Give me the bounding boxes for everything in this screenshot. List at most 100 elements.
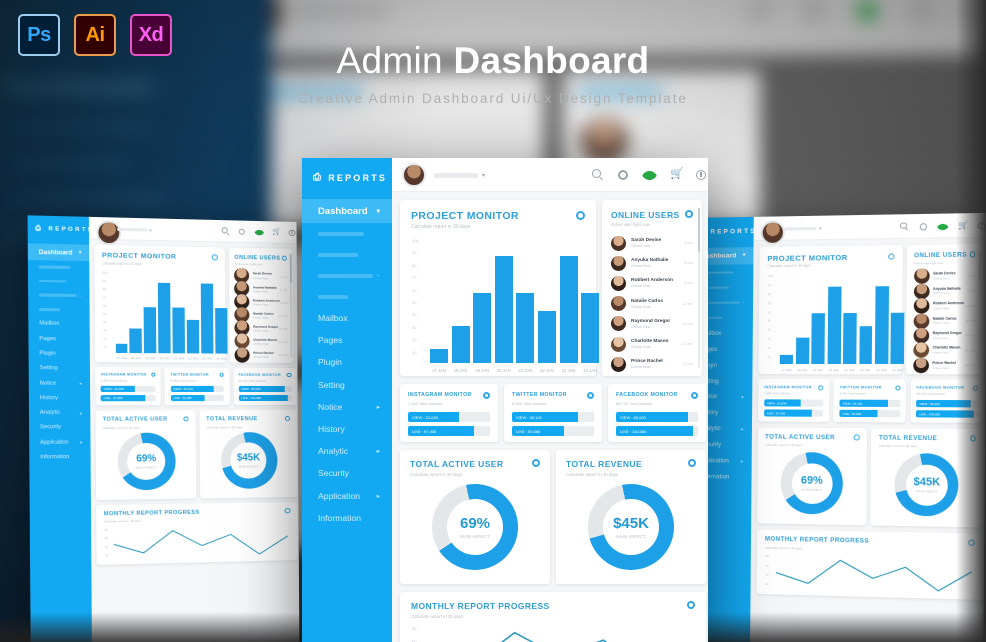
donut-card[interactable]: TOTAL ACTIVE USER Calculate report in 30 …	[95, 410, 197, 500]
rocket-icon[interactable]	[937, 220, 949, 233]
list-item[interactable]: Sarah Devise Online Now 2 min	[611, 234, 693, 252]
gear-icon[interactable]	[972, 385, 979, 391]
gear-icon[interactable]	[688, 459, 696, 467]
sidebar-item-placeholder[interactable]	[302, 223, 392, 244]
rocket-icon[interactable]	[641, 167, 658, 184]
gear-icon[interactable]	[219, 372, 225, 378]
online-users-card[interactable]: ONLINE USERS Active user right now Sarah D…	[228, 247, 294, 363]
project-monitor-card[interactable]: PROJECT MONITOR Calculate report in 30 da…	[758, 245, 905, 374]
gear-icon[interactable]	[691, 392, 698, 399]
gear-icon[interactable]	[587, 392, 594, 399]
social-monitor-card[interactable]: TWITTER MONITOR 8,480 Total follower VIEW …	[504, 384, 602, 442]
gear-icon[interactable]	[183, 416, 189, 422]
gear-icon[interactable]	[887, 253, 895, 260]
avatar[interactable]	[402, 163, 426, 187]
sidebar-item-security[interactable]: Security	[302, 462, 392, 484]
rocket-icon[interactable]	[254, 227, 265, 238]
avatar[interactable]	[760, 219, 786, 245]
sidebar-item-placeholder[interactable]	[28, 302, 89, 317]
sidebar-item-analytic[interactable]: Analytic ▸	[302, 440, 392, 462]
sidebar-item-placeholder[interactable]	[28, 274, 89, 289]
online-users-card[interactable]: ONLINE USERS Active user right now Sarah D…	[906, 243, 983, 374]
social-monitor-card[interactable]: FACEBOOK MONITOR 86,700 Total follower VIE…	[233, 367, 297, 406]
dashboard-mockup-right[interactable]: ⎙REPORTSDashboard▾▸MailboxPagesPluginSet…	[686, 212, 986, 642]
social-monitor-card[interactable]: TWITTER MONITOR 8,480 Total follower VIEW …	[165, 367, 230, 406]
online-users-card[interactable]: ONLINE USERS Active user right now Sarah D…	[602, 200, 702, 376]
avatar[interactable]	[95, 220, 122, 246]
list-item[interactable]: Robbert Anderson Online Now 8 min	[611, 274, 693, 292]
power-icon[interactable]	[977, 221, 986, 230]
project-monitor-card[interactable]: PROJECT MONITOR Calculate report in 30 da…	[94, 244, 228, 363]
scrollbar-thumb[interactable]	[289, 254, 292, 283]
gear-icon[interactable]	[532, 459, 540, 467]
social-monitor-card[interactable]: INSTAGRAM MONITOR 1,465 Total follower VIE…	[758, 379, 830, 422]
gear-icon[interactable]	[919, 222, 927, 231]
donut-card[interactable]: TOTAL ACTIVE USER Calculate report in 30 …	[757, 427, 868, 526]
list-item[interactable]: Charlotte Mason Online Now 21 min	[234, 333, 288, 350]
list-item[interactable]: Robbert Anderson Online Now 8 min	[913, 298, 975, 314]
gear-icon[interactable]	[211, 254, 218, 261]
search-icon[interactable]	[592, 169, 603, 181]
sidebar-item-application[interactable]: Application ▸	[29, 435, 90, 450]
social-monitor-card[interactable]: FACEBOOK MONITOR 86,700 Total follower VIE…	[910, 379, 985, 423]
list-item[interactable]: Robbert Anderson Online Now 8 min	[234, 294, 288, 310]
cart-icon[interactable]: 🛒	[670, 169, 684, 180]
sidebar-item-information[interactable]: Information	[29, 449, 90, 464]
sidebar-item-dashboard[interactable]: Dashboard ▾	[27, 243, 90, 261]
scrollbar-thumb[interactable]	[978, 249, 981, 283]
list-item[interactable]: Prince Rachel Online Now 27 min	[611, 355, 693, 373]
sidebar-item-setting[interactable]: Setting	[302, 374, 392, 396]
dashboard-mockup-left[interactable]: ⎙ REPORTS Dashboard ▾ ▸ Mailbox Pages Plugin Set…	[27, 215, 300, 642]
list-item[interactable]: Raymond Gregor Online Now 15 min	[611, 315, 693, 333]
sidebar-item-plugin[interactable]: Plugin	[302, 351, 392, 373]
list-item[interactable]: Raymond Gregor Online Now 15 min	[234, 320, 288, 337]
sidebar-item-pages[interactable]: Pages	[302, 329, 392, 351]
sidebar-item-plugin[interactable]: Plugin	[29, 346, 90, 361]
sidebar-item-analytic[interactable]: Analytic ▸	[29, 405, 90, 420]
gear-icon[interactable]	[286, 372, 292, 378]
gear-icon[interactable]	[970, 435, 977, 442]
list-item[interactable]: Anyuka Nathalie Online Now 5 min	[913, 283, 976, 299]
sidebar-item-notice[interactable]: Notice ▸	[29, 376, 90, 391]
monthly-report-card[interactable]: MONTHLY REPORT PROGRESS Calculate report …	[400, 592, 706, 642]
list-item[interactable]: Raymond Gregor Online Now 15 min	[913, 327, 975, 344]
list-item[interactable]: Sarah Devise Online Now 2 min	[913, 268, 976, 285]
sidebar-item-placeholder[interactable]	[302, 244, 392, 265]
list-item[interactable]: Natalie Carlos Online Now 12 min	[234, 307, 288, 323]
gear-icon[interactable]	[281, 255, 288, 261]
monthly-report-card[interactable]: MONTHLY REPORT PROGRESS Calculate report …	[96, 502, 298, 566]
sidebar-item-history[interactable]: History	[302, 418, 392, 440]
sidebar-item-placeholder[interactable]	[28, 260, 89, 275]
sidebar-item-dashboard[interactable]: Dashboard ▾	[302, 199, 392, 223]
list-item[interactable]: Charlotte Mason Online Now 21 min	[611, 335, 693, 353]
sidebar-item-pages[interactable]: Pages	[28, 331, 89, 346]
sidebar-item-information[interactable]: Information	[302, 507, 392, 529]
gear-icon[interactable]	[284, 416, 291, 422]
sidebar-item-mailbox[interactable]: Mailbox	[28, 316, 89, 331]
cart-icon[interactable]: 🛒	[272, 227, 281, 235]
social-monitor-card[interactable]: FACEBOOK MONITOR 86,700 Total follower VIE…	[608, 384, 706, 442]
list-item[interactable]: Natalie Carlos Online Now 12 min	[611, 295, 693, 313]
list-item[interactable]: Natalie Carlos Online Now 12 min	[913, 313, 975, 329]
donut-card[interactable]: TOTAL REVENUE Calculate report in 30 days…	[199, 410, 298, 499]
monthly-report-card[interactable]: MONTHLY REPORT PROGRESS Calculate report …	[756, 529, 983, 601]
gear-icon[interactable]	[483, 392, 490, 399]
sidebar-item-notice[interactable]: Notice ▸	[302, 396, 392, 418]
gear-icon[interactable]	[818, 385, 824, 391]
donut-card[interactable]: TOTAL REVENUE Calculate report in 30 days…	[870, 427, 984, 528]
donut-card[interactable]: TOTAL REVENUE Calculate report in 30 days…	[556, 450, 706, 584]
social-monitor-card[interactable]: INSTAGRAM MONITOR 1,465 Total follower VIE…	[95, 367, 162, 406]
donut-card[interactable]: TOTAL ACTIVE USER Calculate report in 30 …	[400, 450, 550, 584]
gear-icon[interactable]	[853, 434, 860, 441]
scrollbar-track[interactable]	[289, 254, 293, 358]
gear-icon[interactable]	[969, 251, 976, 258]
gear-icon[interactable]	[150, 372, 156, 378]
sidebar-item-mailbox[interactable]: Mailbox	[302, 307, 392, 329]
dashboard-mockup-center[interactable]: ⎙ REPORTS Dashboard ▾ ▸ Mailbox Pages Plugin Set…	[302, 158, 708, 642]
list-item[interactable]: Prince Rachel Online Now 27 min	[234, 347, 288, 363]
gear-icon[interactable]	[894, 385, 901, 391]
project-monitor-card[interactable]: PROJECT MONITOR Calculate report in 30 da…	[400, 200, 600, 376]
search-icon[interactable]	[221, 227, 229, 235]
list-item[interactable]: Prince Rachel Online Now 27 min	[912, 357, 975, 374]
scrollbar-thumb[interactable]	[697, 208, 700, 252]
